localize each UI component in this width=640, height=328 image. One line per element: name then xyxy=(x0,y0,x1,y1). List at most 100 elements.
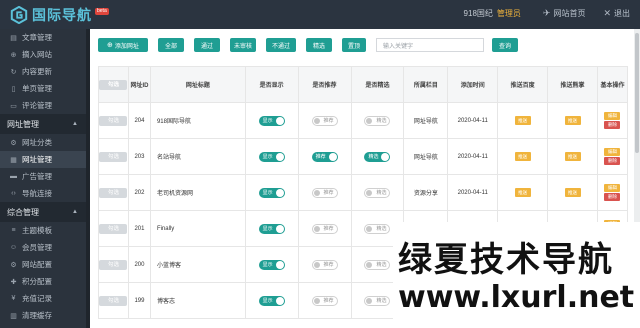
push-xiongzhang-button[interactable]: 推送 xyxy=(564,152,581,161)
filter-button[interactable]: 精选 xyxy=(306,38,332,52)
recommend-toggle[interactable]: 推荐 xyxy=(311,259,338,270)
sidebar-item[interactable]: ¥ 充值记录 xyxy=(0,290,86,307)
select-cell: 勾选 xyxy=(98,246,129,283)
filter-button[interactable]: 不通过 xyxy=(266,38,296,52)
sidebar-item[interactable]: ‹› 导航连接 xyxy=(0,185,86,202)
recommend-cell: 推荐 xyxy=(297,246,352,283)
sidebar-item[interactable]: ✚ 积分配置 xyxy=(0,273,86,290)
push-xz-cell: 推送 xyxy=(547,102,598,139)
featured-toggle[interactable]: 精选 xyxy=(364,115,391,126)
row-select-checkbox[interactable]: 勾选 xyxy=(99,151,128,162)
sidebar-item-label: 网站配置 xyxy=(22,260,52,269)
sidebar-item[interactable]: ▦ 网址管理 xyxy=(0,151,86,168)
url-title[interactable]: Finally xyxy=(149,210,246,247)
home-link-label: 网站首页 xyxy=(553,9,586,18)
sidebar-item[interactable]: ⊕ 摘入网站 xyxy=(0,46,86,63)
sidebar: ▤ 文章管理 ⊕ 摘入网站 ↻ 内容更新 ▯ 单页管理 ▭ 评论管理 网址管理 ▲ ⚙ 网址分类 ▦ 网址管理… xyxy=(0,29,86,328)
recommend-toggle[interactable]: 推荐 xyxy=(311,115,338,126)
column-header: 是否推荐 xyxy=(297,66,352,103)
push-baidu-button[interactable]: 推送 xyxy=(514,116,531,125)
push-xiongzhang-button[interactable]: 推送 xyxy=(564,116,581,125)
sidebar-item[interactable]: ▬ 广告管理 xyxy=(0,168,86,185)
select-cell: 勾选 xyxy=(98,174,129,211)
search-input[interactable]: 输入关键字 xyxy=(376,38,484,52)
show-toggle[interactable]: 显示 xyxy=(258,187,285,198)
filter-button[interactable]: 全部 xyxy=(158,38,184,52)
featured-toggle[interactable]: 精选 xyxy=(364,259,391,270)
show-toggle[interactable]: 显示 xyxy=(258,115,285,126)
sidebar-item-label: 广告管理 xyxy=(22,172,52,181)
select-cell: 勾选 xyxy=(98,102,129,139)
recommend-toggle[interactable]: 推荐 xyxy=(311,295,338,306)
url-title[interactable]: 918国际导航 xyxy=(149,102,246,139)
show-cell: 显示 xyxy=(244,246,299,283)
user-role[interactable]: 管理员 xyxy=(497,8,521,19)
sidebar-item[interactable]: ▤ 文章管理 xyxy=(0,29,86,46)
url-title[interactable]: 名站导航 xyxy=(149,138,246,175)
logo[interactable]: 国际导航 beta xyxy=(10,5,109,25)
select-cell: 勾选 xyxy=(98,210,129,247)
show-toggle[interactable]: 显示 xyxy=(258,223,285,234)
delete-button[interactable]: 删除 xyxy=(604,193,621,201)
search-button[interactable]: 查询 xyxy=(492,38,518,52)
caret-up-icon: ▲ xyxy=(72,121,78,127)
edit-button[interactable]: 编辑 xyxy=(604,112,621,120)
select-all-checkbox[interactable]: 勾选 xyxy=(99,79,128,90)
sidebar-item[interactable]: ↻ 内容更新 xyxy=(0,63,86,80)
sidebar-item[interactable]: ⚙ 网址分类 xyxy=(0,134,86,151)
sidebar-item[interactable]: ≡ 主题模板 xyxy=(0,222,86,239)
sidebar-item[interactable]: ▭ 评论管理 xyxy=(0,97,86,114)
url-title[interactable]: 老司机资源网 xyxy=(149,174,246,211)
url-id: 201 xyxy=(127,210,151,247)
row-select-checkbox[interactable]: 勾选 xyxy=(99,187,128,198)
caret-up-icon: ▲ xyxy=(72,209,78,215)
show-toggle[interactable]: 显示 xyxy=(258,295,285,306)
show-toggle[interactable]: 显示 xyxy=(258,259,285,270)
filter-button[interactable]: 通过 xyxy=(194,38,220,52)
push-xiongzhang-button[interactable]: 推送 xyxy=(564,188,581,197)
sidebar-group[interactable]: 网址管理 ▲ xyxy=(0,114,86,134)
featured-toggle[interactable]: 精选 xyxy=(364,223,391,234)
url-title[interactable]: 小蓝博客 xyxy=(149,246,246,283)
sidebar-item[interactable]: ☺ 会员管理 xyxy=(0,239,86,256)
featured-toggle[interactable]: 精选 xyxy=(364,187,391,198)
push-baidu-button[interactable]: 推送 xyxy=(514,188,531,197)
featured-toggle[interactable]: 精选 xyxy=(364,295,391,306)
recommend-toggle[interactable]: 推荐 xyxy=(311,187,338,198)
add-url-label: 添加网址 xyxy=(114,43,139,50)
sidebar-group[interactable]: 综合管理 ▲ xyxy=(0,202,86,222)
sidebar-item[interactable]: ▥ 清理缓存 xyxy=(0,307,86,324)
add-url-button[interactable]: ⊕ 添加网址 xyxy=(98,38,148,52)
row-select-checkbox[interactable]: 勾选 xyxy=(99,223,128,234)
category-cell: 网址导航 xyxy=(403,138,449,175)
row-select-checkbox[interactable]: 勾选 xyxy=(99,259,128,270)
push-baidu-cell: 推送 xyxy=(497,102,549,139)
show-cell: 显示 xyxy=(244,282,299,319)
push-baidu-cell: 推送 xyxy=(497,174,549,211)
recommend-toggle[interactable]: 推荐 xyxy=(311,151,338,162)
sidebar-item-label: 积分配置 xyxy=(22,277,52,286)
url-title[interactable]: 博客志 xyxy=(149,282,246,319)
push-baidu-button[interactable]: 推送 xyxy=(514,152,531,161)
row-select-checkbox[interactable]: 勾选 xyxy=(99,295,128,306)
logo-icon xyxy=(10,6,28,24)
beta-badge: beta xyxy=(95,7,109,15)
edit-button[interactable]: 编辑 xyxy=(604,184,621,192)
scrollbar-thumb[interactable] xyxy=(635,33,639,153)
home-link[interactable]: ✈ 网站首页 xyxy=(543,8,586,19)
send-icon: ✈ xyxy=(542,8,551,18)
delete-button[interactable]: 删除 xyxy=(604,157,621,165)
show-toggle[interactable]: 显示 xyxy=(258,151,285,162)
filter-button[interactable]: 未审核 xyxy=(230,38,256,52)
edit-button[interactable]: 编辑 xyxy=(604,148,621,156)
sidebar-item[interactable]: ⚙ 网站配置 xyxy=(0,256,86,273)
filter-button[interactable]: 置顶 xyxy=(342,38,366,52)
featured-cell: 精选 xyxy=(350,138,405,175)
delete-button[interactable]: 删除 xyxy=(604,121,621,129)
logout-link[interactable]: ✕ 退出 xyxy=(603,8,630,19)
push-xz-cell: 推送 xyxy=(547,138,598,175)
sidebar-item[interactable]: ▯ 单页管理 xyxy=(0,80,86,97)
recommend-toggle[interactable]: 推荐 xyxy=(311,223,338,234)
row-select-checkbox[interactable]: 勾选 xyxy=(99,115,128,126)
featured-toggle[interactable]: 精选 xyxy=(364,151,391,162)
